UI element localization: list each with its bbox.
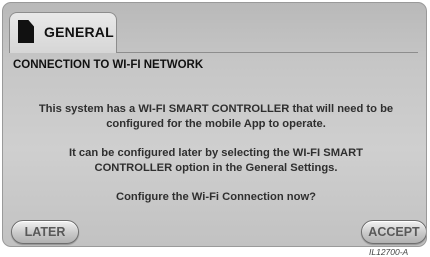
document-icon xyxy=(18,20,34,43)
message-line: CONTROLLER option in the General Setting… xyxy=(94,162,338,174)
accept-button[interactable]: ACCEPT xyxy=(361,220,426,244)
message-paragraph-2: It can be configured later by selecting … xyxy=(17,146,415,176)
section-title: CONNECTION TO WI-FI NETWORK xyxy=(13,59,204,71)
message-line: configured for the mobile App to operate… xyxy=(106,118,326,130)
tab-general-label: GENERAL xyxy=(44,24,114,40)
message-question: Configure the Wi-Fi Connection now? xyxy=(115,191,316,203)
later-button[interactable]: LATER xyxy=(11,220,79,244)
tab-general[interactable]: GENERAL xyxy=(9,12,117,53)
message-line: It can be configured later by selecting … xyxy=(68,147,364,159)
wifi-setup-screen: GENERAL CONNECTION TO WI-FI NETWORK This… xyxy=(2,2,427,247)
message-paragraph-1: This system has a WI-FI SMART CONTROLLER… xyxy=(17,102,415,132)
tab-divider xyxy=(115,52,418,53)
message-line: This system has a WI-FI SMART CONTROLLER… xyxy=(38,103,394,115)
